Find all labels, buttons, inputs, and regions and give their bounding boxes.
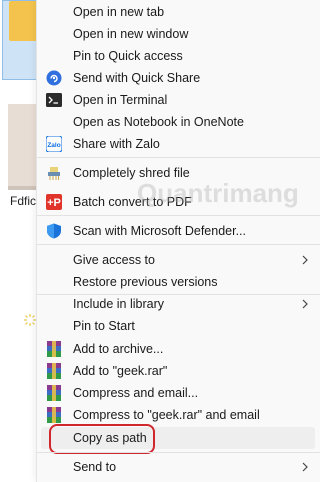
menu-item-compress-to-geek-rar-and-email[interactable]: Compress to "geek.rar" and email [37, 404, 320, 426]
svg-text:+P: +P [47, 197, 61, 209]
menu-item-label: Include in library [73, 297, 165, 311]
menu-item-label: Compress to "geek.rar" and email [73, 408, 260, 422]
folder-icon [9, 1, 37, 41]
defender-shield-icon [46, 223, 62, 239]
menu-item-give-access-to[interactable]: Give access to [37, 249, 320, 271]
menu-item-label: Add to archive... [73, 342, 164, 356]
menu-item-pin-to-quick-access[interactable]: Pin to Quick access [37, 45, 320, 67]
menu-item-add-to-geek-rar[interactable]: Add to "geek.rar" [37, 360, 320, 382]
menu-item-label: Give access to [73, 253, 155, 267]
menu-item-label: Open as Notebook in OneNote [73, 115, 244, 129]
chevron-right-icon [302, 255, 308, 265]
menu-item-compress-and-email[interactable]: Compress and email... [37, 382, 320, 404]
shred-icon [46, 165, 62, 181]
menu-item-share-with-zalo[interactable]: Zalo Share with Zalo [37, 133, 320, 155]
menu-separator [37, 215, 320, 216]
menu-item-include-in-library[interactable]: Include in library [37, 293, 320, 315]
context-menu: Open in new tab Open in new window Pin t… [36, 0, 320, 482]
menu-item-label: Compress and email... [73, 386, 199, 400]
menu-item-open-in-terminal[interactable]: Open in Terminal [37, 89, 320, 111]
menu-item-scan-with-microsoft-defender[interactable]: Scan with Microsoft Defender... [37, 220, 320, 242]
menu-item-label: Pin to Quick access [73, 49, 183, 63]
menu-item-send-with-quick-share[interactable]: Send with Quick Share [37, 67, 320, 89]
menu-item-label: Pin to Start [73, 319, 135, 333]
menu-item-open-as-notebook-in-onenote[interactable]: Open as Notebook in OneNote [37, 111, 320, 133]
menu-item-open-in-new-window[interactable]: Open in new window [37, 23, 320, 45]
menu-item-send-to[interactable]: Send to [37, 456, 320, 478]
menu-item-label: Share with Zalo [73, 137, 160, 151]
chevron-right-icon [302, 462, 308, 472]
menu-item-label: Open in Terminal [73, 93, 168, 107]
watermark-text: Quantrimang [137, 178, 299, 208]
file-name-label: Fdfic [10, 194, 37, 208]
menu-separator [37, 157, 320, 158]
winrar-icon [46, 363, 62, 379]
menu-item-label: Scan with Microsoft Defender... [73, 224, 246, 238]
winrar-icon [46, 385, 62, 401]
selected-folder-tile[interactable] [2, 0, 40, 80]
menu-separator [37, 244, 320, 245]
menu-item-label: Open in new window [73, 27, 189, 41]
menu-item-label: Send to [73, 460, 117, 474]
winrar-icon [46, 341, 62, 357]
menu-item-label: Open in new tab [73, 5, 165, 19]
menu-item-add-to-archive[interactable]: Add to archive... [37, 338, 320, 360]
terminal-icon [46, 92, 62, 108]
menu-item-open-in-new-tab[interactable]: Open in new tab [37, 1, 320, 23]
menu-item-label: Restore previous versions [73, 275, 218, 289]
menu-separator [37, 452, 320, 453]
winrar-icon [46, 407, 62, 423]
highlight-annotation [49, 424, 155, 454]
explorer-background: Fdfic [0, 0, 40, 482]
zalo-icon: Zalo [46, 136, 62, 152]
quick-share-icon [46, 70, 62, 86]
menu-item-restore-previous-versions[interactable]: Restore previous versions [37, 271, 320, 293]
svg-text:Zalo: Zalo [47, 142, 60, 149]
menu-item-label: Send with Quick Share [73, 71, 201, 85]
chevron-right-icon [302, 299, 308, 309]
screen: Fdfic Open in new tab Open in new window… [0, 0, 320, 482]
pdf-icon: +P [46, 194, 62, 210]
menu-item-label: Add to "geek.rar" [73, 364, 168, 378]
menu-item-pin-to-start[interactable]: Pin to Start [37, 315, 320, 337]
